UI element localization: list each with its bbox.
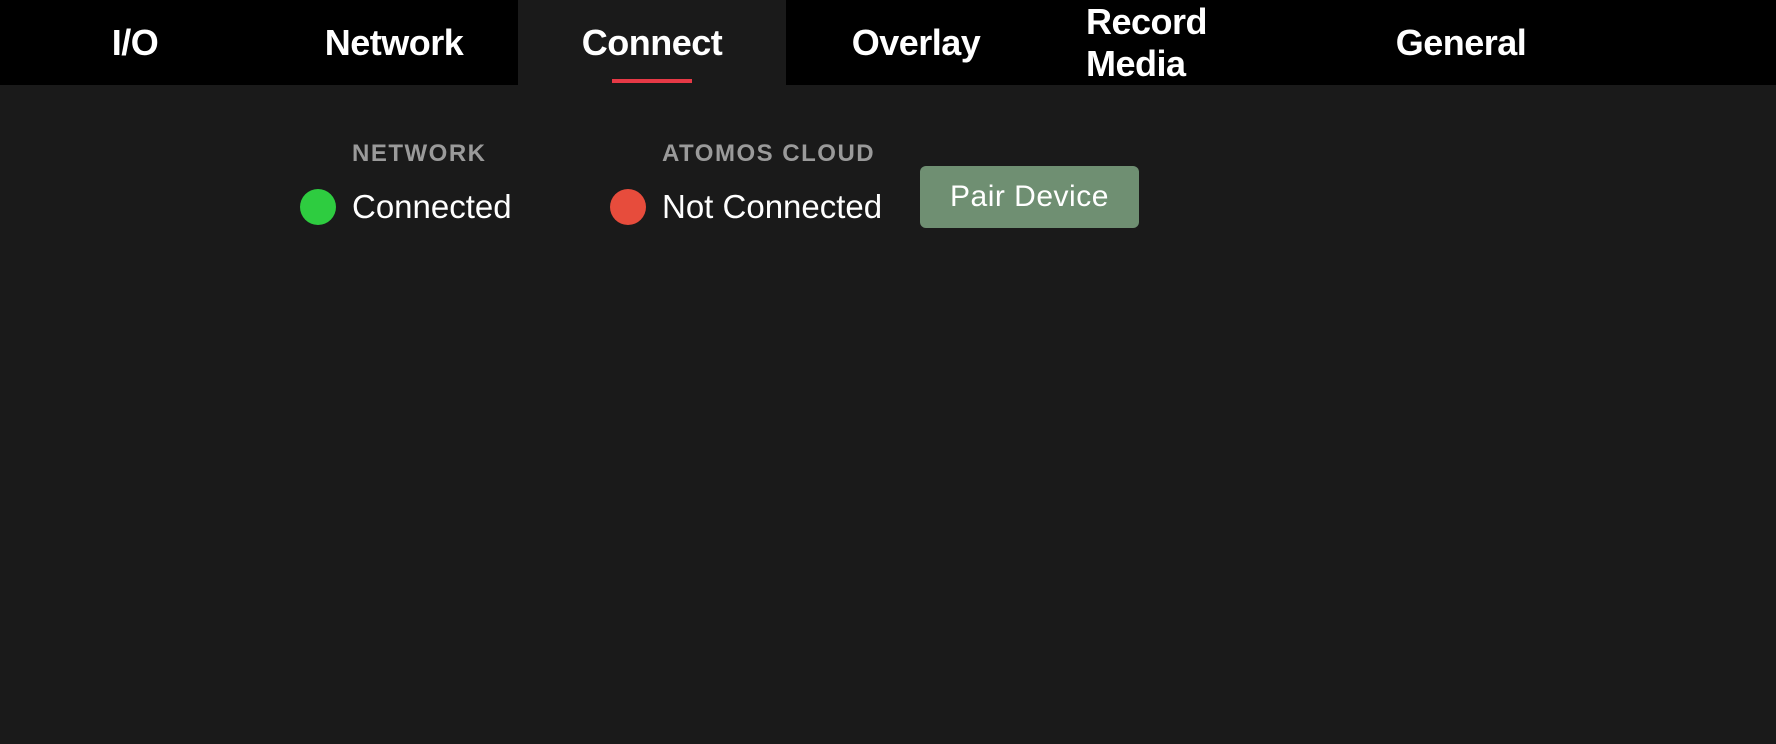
pair-device-button[interactable]: Pair Device	[920, 166, 1139, 228]
tab-connect[interactable]: Connect	[518, 0, 786, 85]
network-status-label: NETWORK	[352, 140, 486, 168]
connect-content: NETWORK Connected ATOMOS CLOUD Not Conne…	[0, 85, 1776, 228]
cloud-status-value: Not Connected	[662, 188, 882, 226]
cloud-status-label: ATOMOS CLOUD	[662, 140, 875, 168]
tab-io[interactable]: I/O	[0, 0, 270, 85]
cloud-status-row: Not Connected	[610, 188, 882, 226]
tab-record-media[interactable]: Record Media	[1046, 0, 1346, 85]
tab-overlay[interactable]: Overlay	[786, 0, 1046, 85]
network-status-row: Connected	[300, 188, 512, 226]
tab-general[interactable]: General	[1346, 0, 1576, 85]
status-dot-icon	[300, 189, 336, 225]
status-dot-icon	[610, 189, 646, 225]
tab-bar: I/O Network Connect Overlay Record Media…	[0, 0, 1776, 85]
network-status-group: NETWORK Connected	[300, 140, 610, 226]
network-status-value: Connected	[352, 188, 512, 226]
tab-network[interactable]: Network	[270, 0, 518, 85]
cloud-status-group: ATOMOS CLOUD Not Connected	[610, 140, 920, 226]
